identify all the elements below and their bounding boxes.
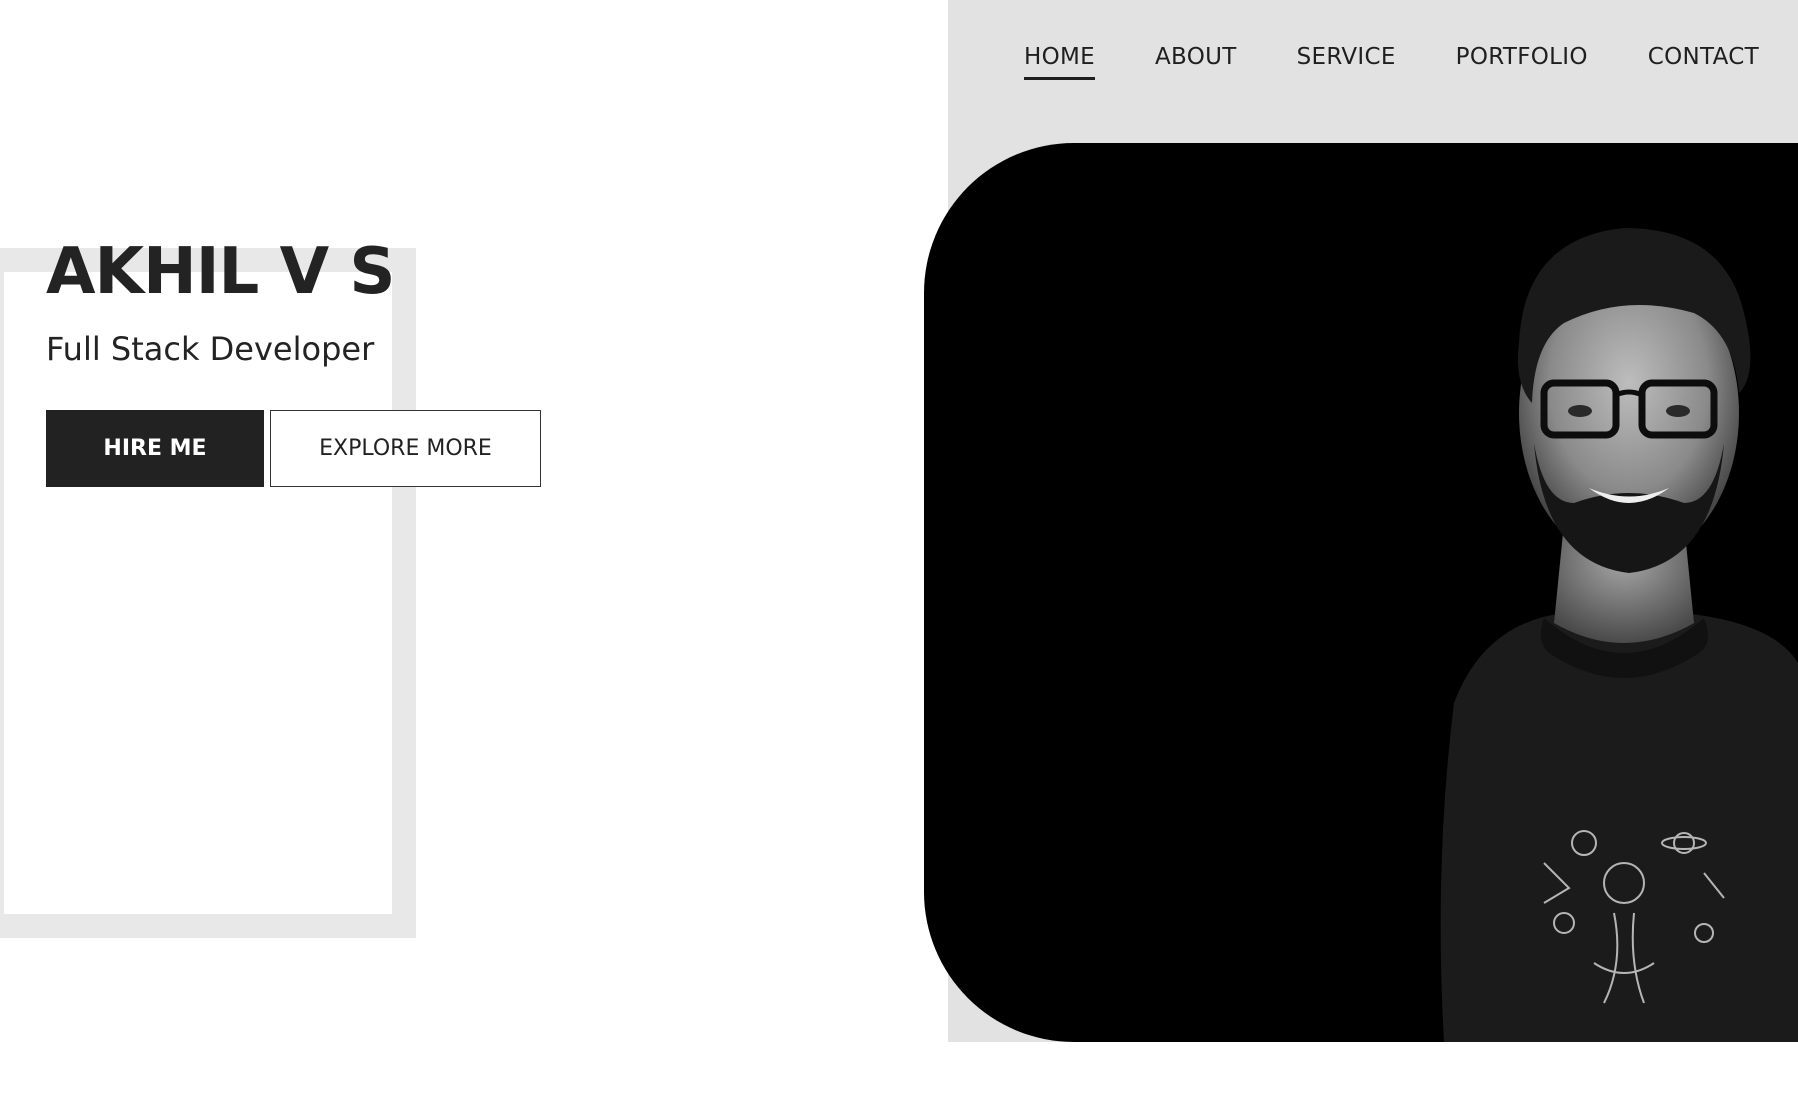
profile-photo <box>924 143 1798 1042</box>
nav-item-home[interactable]: HOME <box>1024 44 1095 80</box>
nav-item-contact[interactable]: CONTACT <box>1648 44 1759 78</box>
explore-more-button[interactable]: EXPLORE MORE <box>270 410 541 487</box>
nav-item-service[interactable]: SERVICE <box>1297 44 1396 78</box>
nav-item-portfolio[interactable]: PORTFOLIO <box>1456 44 1588 78</box>
hero-subtitle: Full Stack Developer <box>46 330 375 368</box>
portrait-illustration <box>1440 228 1798 1042</box>
nav-item-about[interactable]: ABOUT <box>1155 44 1237 78</box>
hire-me-button[interactable]: HIRE ME <box>46 410 264 487</box>
hero-name: AKHIL V S <box>46 235 395 309</box>
main-nav: HOME ABOUT SERVICE PORTFOLIO CONTACT <box>1024 44 1759 80</box>
